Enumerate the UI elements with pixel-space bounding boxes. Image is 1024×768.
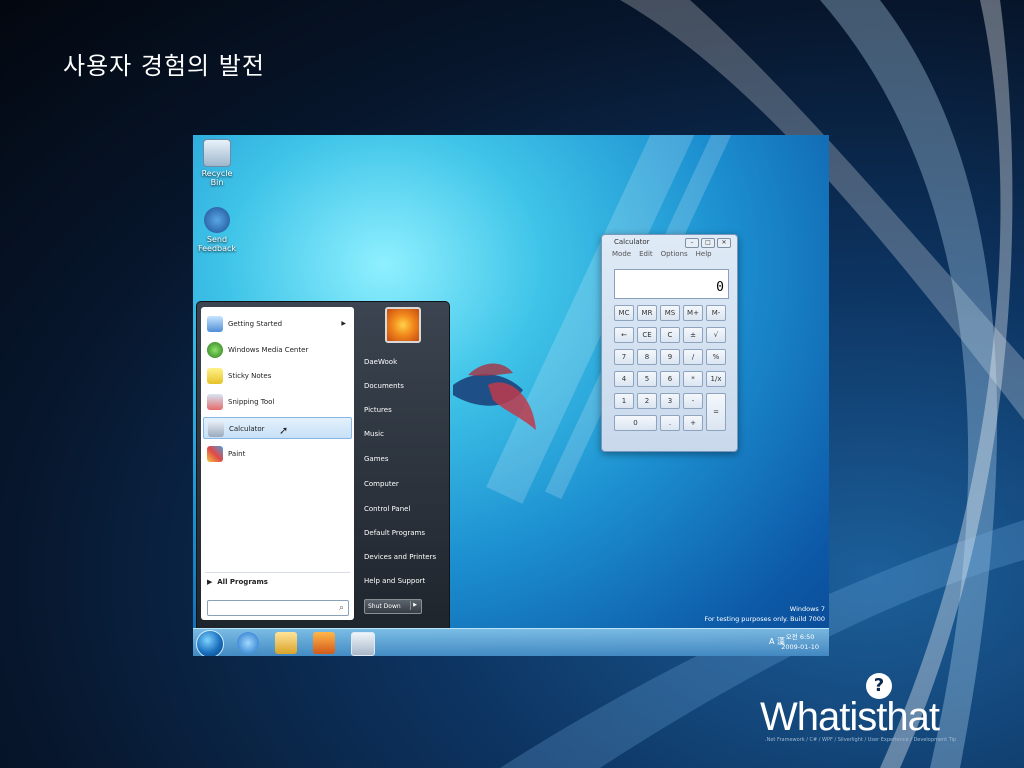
calculator-window[interactable]: Calculator – □ ✕ Mode Edit Options Help … [601,234,738,452]
calc-key[interactable]: MC [614,305,634,321]
place-help-support[interactable]: Help and Support [364,577,425,585]
calc-key[interactable]: / [683,349,703,365]
desktop-icon-recycle-bin[interactable]: Recycle Bin [195,139,239,187]
search-icon: ⌕ [338,603,344,613]
media-player-icon[interactable] [313,632,335,654]
calc-key[interactable]: M+ [683,305,703,321]
recycle-bin-icon [203,139,231,167]
start-orb-button[interactable] [196,630,224,656]
calc-key[interactable]: M- [706,305,726,321]
calc-key[interactable]: MR [637,305,657,321]
calc-key[interactable]: 9 [660,349,680,365]
clock[interactable]: 오전 6:50 2009-01-10 [781,632,819,652]
place-user[interactable]: DaeWook [364,358,397,366]
calc-key[interactable]: CE [637,327,657,343]
feedback-icon [204,207,230,233]
program-getting-started[interactable]: Getting Started ▶ [203,313,352,335]
calc-key[interactable]: √ [706,327,726,343]
shutdown-button[interactable]: Shut Down ▶ [364,599,422,614]
calc-key[interactable]: - [683,393,703,409]
slide-title: 사용자 경험의 발전 [63,52,265,80]
triangle-right-icon: ▶ [207,578,213,586]
desktop-icon-label: Recycle Bin [201,169,233,187]
start-menu-places: DaeWook Documents Pictures Music Games C… [362,302,447,622]
internet-explorer-icon[interactable] [237,632,259,654]
calc-key[interactable]: 6 [660,371,680,387]
place-pictures[interactable]: Pictures [364,406,392,414]
calc-key[interactable]: 3 [660,393,680,409]
place-music[interactable]: Music [364,430,384,438]
calculator-title: Calculator [614,238,650,246]
sticky-notes-icon [207,368,223,384]
paint-icon [207,446,223,462]
program-paint[interactable]: Paint [203,443,352,465]
calc-key[interactable]: MS [660,305,680,321]
user-avatar[interactable] [385,307,421,343]
desktop-icon-label: Send Feedback [197,235,237,253]
calc-key[interactable]: 1/x [706,371,726,387]
calculator-icon [208,421,224,437]
build-watermark: Windows 7 For testing purposes only. Bui… [704,605,825,623]
question-mark-icon: ? [866,673,892,699]
program-snipping-tool[interactable]: Snipping Tool [203,391,352,413]
mouse-cursor-icon: ➚ [279,424,289,437]
calc-menu-help[interactable]: Help [696,250,712,258]
media-center-icon [207,342,223,358]
calc-menu-options[interactable]: Options [661,250,688,258]
calc-key[interactable]: 2 [637,393,657,409]
betta-fish-image [453,363,536,430]
calc-key[interactable]: 7 [614,349,634,365]
calc-key[interactable]: 8 [637,349,657,365]
calc-key[interactable]: 5 [637,371,657,387]
start-menu-programs: Getting Started ▶ Windows Media Center S… [201,307,354,620]
brand-logo: ? Whatisthat .Net Framework / C# / WPF /… [760,673,956,743]
maximize-button[interactable]: □ [701,238,715,248]
desktop-icon-send-feedback[interactable]: Send Feedback [195,207,239,253]
snipping-tool-icon [207,394,223,410]
calc-key[interactable]: 1 [614,393,634,409]
taskbar: A 漢 오전 6:50 2009-01-10 [193,628,829,656]
calc-key[interactable]: + [683,415,703,431]
place-documents[interactable]: Documents [364,382,404,390]
calc-key[interactable]: * [683,371,703,387]
program-calculator[interactable]: Calculator ➚ [203,417,352,439]
start-search-input[interactable]: ⌕ [207,600,349,616]
brand-tagline: .Net Framework / C# / WPF / Silverlight … [765,737,957,743]
start-menu: Getting Started ▶ Windows Media Center S… [196,301,450,629]
calc-key[interactable]: ← [614,327,634,343]
place-control-panel[interactable]: Control Panel [364,505,410,513]
close-button[interactable]: ✕ [717,238,731,248]
shutdown-options-arrow-icon[interactable]: ▶ [410,601,419,610]
calc-key[interactable]: C [660,327,680,343]
minimize-button[interactable]: – [685,238,699,248]
calc-key[interactable]: . [660,415,680,431]
calculator-display: 0 [614,269,729,299]
place-computer[interactable]: Computer [364,480,399,488]
brand-name: Whatisthat [760,695,940,739]
calc-key[interactable]: 0 [614,415,657,431]
all-programs-button[interactable]: ▶ All Programs [207,578,268,586]
submenu-arrow-icon: ▶ [341,320,346,327]
program-media-center[interactable]: Windows Media Center [203,339,352,361]
place-devices-printers[interactable]: Devices and Printers [364,553,436,561]
calc-key[interactable]: 4 [614,371,634,387]
calculator-icon[interactable] [351,632,375,656]
calc-key[interactable]: ± [683,327,703,343]
calc-menu-mode[interactable]: Mode [612,250,631,258]
calc-key[interactable]: = [706,393,726,431]
calc-menu-edit[interactable]: Edit [639,250,653,258]
windows7-screenshot: Recycle Bin Send Feedback Calculator – □… [193,135,829,656]
divider [205,572,350,573]
windows-explorer-icon[interactable] [275,632,297,654]
calc-key[interactable]: % [706,349,726,365]
program-sticky-notes[interactable]: Sticky Notes [203,365,352,387]
place-games[interactable]: Games [364,455,389,463]
place-default-programs[interactable]: Default Programs [364,529,425,537]
getting-started-icon [207,316,223,332]
